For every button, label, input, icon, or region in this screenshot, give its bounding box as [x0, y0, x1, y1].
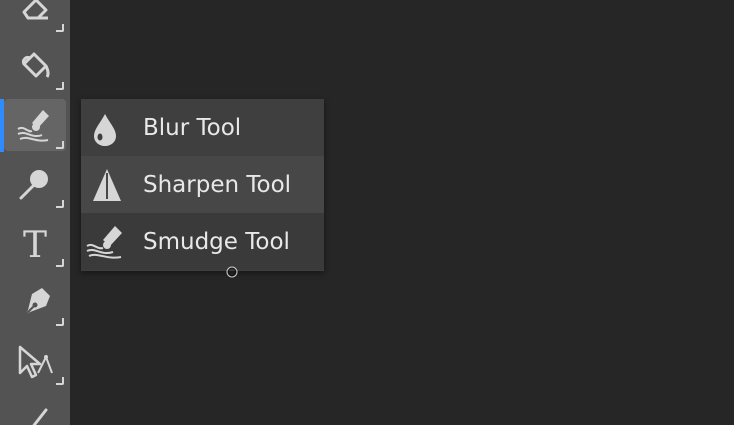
- svg-text:T: T: [23, 225, 47, 263]
- dodge-tool-button[interactable]: [4, 158, 66, 210]
- path-selection-icon: [18, 345, 53, 379]
- flyout-item-label: Blur Tool: [143, 115, 242, 141]
- sharpen-triangle-icon: [93, 169, 121, 201]
- dodge-icon: [19, 170, 48, 200]
- smudge-tool-button[interactable]: [4, 99, 66, 151]
- flyout-item-label: Sharpen Tool: [143, 172, 292, 198]
- tool-group-corner: [56, 82, 64, 90]
- smudge-icon: [17, 110, 49, 142]
- pen-icon: [21, 288, 50, 319]
- line-icon: [32, 408, 48, 425]
- tool-group-corner: [56, 24, 64, 32]
- flyout-item-blur-tool[interactable]: Blur Tool: [81, 99, 324, 156]
- text-icon: T: [23, 225, 47, 263]
- tool-group-corner: [56, 259, 64, 267]
- tool-group-corner: [56, 200, 64, 208]
- eraser-icon: [22, 0, 48, 20]
- eraser-tool-button[interactable]: [4, 0, 66, 34]
- paint-bucket-icon: [22, 52, 50, 78]
- path-selection-tool-button[interactable]: [4, 335, 66, 387]
- flyout-item-smudge-tool[interactable]: Smudge Tool: [81, 213, 324, 270]
- tool-group-corner: [56, 318, 64, 326]
- paint-bucket-tool-button[interactable]: [4, 40, 66, 92]
- flyout-item-label: Smudge Tool: [143, 229, 290, 255]
- line-tool-button[interactable]: [4, 394, 66, 425]
- photo-editor-window: T Blur Tool Sharpen Tool Smudge Tool: [0, 0, 734, 425]
- pen-tool-button[interactable]: [4, 276, 66, 328]
- tool-group-corner: [56, 141, 64, 149]
- brush-cursor-icon: [226, 266, 238, 278]
- flyout-item-sharpen-tool[interactable]: Sharpen Tool: [81, 156, 324, 213]
- smudge-icon: [86, 226, 122, 259]
- tool-flyout-menu: Blur Tool Sharpen Tool Smudge Tool: [81, 99, 324, 271]
- blur-drop-icon: [94, 114, 116, 146]
- tools-panel: T: [0, 0, 70, 425]
- tool-group-corner: [56, 377, 64, 385]
- type-tool-button[interactable]: T: [4, 217, 66, 269]
